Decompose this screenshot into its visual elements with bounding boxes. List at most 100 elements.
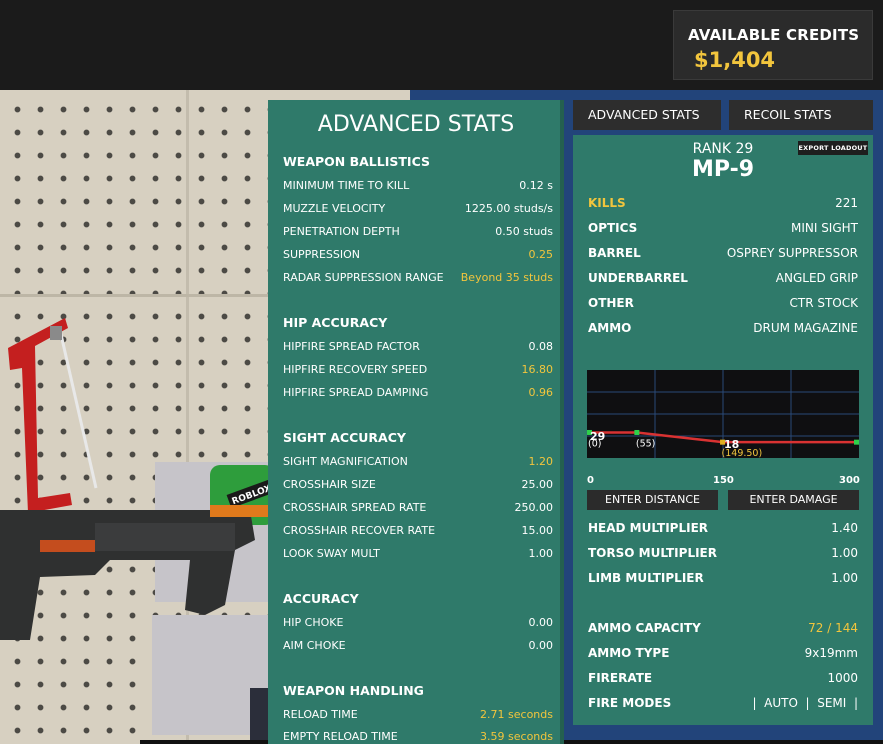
kills-label: KILLS <box>588 196 626 210</box>
ammo-capacity-row: AMMO CAPACITY 72 / 144 <box>588 621 858 639</box>
multiplier-label: LIMB MULTIPLIER <box>588 571 704 585</box>
stat-row: HIPFIRE RECOVERY SPEED 16.80 <box>283 363 553 379</box>
stat-label: SIGHT MAGNIFICATION <box>283 455 408 468</box>
ammo-capacity-label: AMMO CAPACITY <box>588 621 701 635</box>
stat-row: MINIMUM TIME TO KILL 0.12 s <box>283 179 553 195</box>
attachment-label: OTHER <box>588 296 634 310</box>
stat-value: 0.00 <box>528 616 554 629</box>
ammo-type-value: 9x19mm <box>804 646 858 660</box>
multiplier-label: TORSO MULTIPLIER <box>588 546 717 560</box>
min-damage-label: 18 <box>724 438 739 451</box>
attachment-value: ANGLED GRIP <box>775 271 858 285</box>
stat-label: HIPFIRE SPREAD FACTOR <box>283 340 420 353</box>
stat-label: CROSSHAIR RECOVER RATE <box>283 524 436 537</box>
attachment-row: OPTICS MINI SIGHT <box>588 221 858 239</box>
attachment-value: CTR STOCK <box>789 296 858 310</box>
attachment-row: AMMO DRUM MAGAZINE <box>588 321 858 339</box>
export-loadout-button[interactable]: EXPORT LOADOUT <box>798 141 868 155</box>
falloff-point[interactable] <box>854 439 859 445</box>
stat-row: AIM CHOKE 0.00 <box>283 639 553 655</box>
graph-axis-label: 150 <box>713 475 734 486</box>
stat-label: CROSSHAIR SPREAD RATE <box>283 501 427 514</box>
fire-modes-label: FIRE MODES <box>588 696 672 710</box>
stat-row: HIP CHOKE 0.00 <box>283 616 553 632</box>
stat-row: MUZZLE VELOCITY 1225.00 studs/s <box>283 202 553 218</box>
stat-value: 0.96 <box>528 386 554 399</box>
attachment-value: MINI SIGHT <box>790 221 858 235</box>
stat-label: PENETRATION DEPTH <box>283 225 400 238</box>
stat-label: RELOAD TIME <box>283 708 358 721</box>
stat-row: CROSSHAIR SPREAD RATE 250.00 <box>283 501 553 517</box>
stat-label: RADAR SUPPRESSION RANGE <box>283 271 444 284</box>
attachment-row: BARREL OSPREY SUPPRESSOR <box>588 246 858 264</box>
stat-row: PENETRATION DEPTH 0.50 studs <box>283 225 553 241</box>
ammo-type-row: AMMO TYPE 9x19mm <box>588 646 858 664</box>
stat-label: LOOK SWAY MULT <box>283 547 380 560</box>
stat-value: 250.00 <box>514 501 554 514</box>
attachment-label: BARREL <box>588 246 641 260</box>
falloff-point[interactable] <box>634 429 640 435</box>
credits-label: AVAILABLE CREDITS <box>688 26 860 44</box>
stat-row: CROSSHAIR RECOVER RATE 15.00 <box>283 524 553 540</box>
enter-distance-button[interactable]: ENTER DISTANCE <box>587 490 718 510</box>
pegboard-seam <box>0 294 270 297</box>
firerate-value: 1000 <box>827 671 858 685</box>
stat-value: 0.00 <box>528 639 554 652</box>
section-heading: SIGHT ACCURACY <box>283 430 406 445</box>
advanced-stats-panel[interactable]: ADVANCED STATS WEAPON BALLISTICS MINIMUM… <box>268 100 564 744</box>
stat-label: MUZZLE VELOCITY <box>283 202 386 215</box>
stat-value: 2.71 seconds <box>480 708 553 721</box>
multiplier-value: 1.00 <box>831 546 858 560</box>
multiplier-value: 1.00 <box>831 571 858 585</box>
weapon-name: MP-9 <box>691 157 755 182</box>
attachment-label: OPTICS <box>588 221 638 235</box>
stat-row: CROSSHAIR SIZE 25.00 <box>283 478 553 494</box>
stats-tabs: ADVANCED STATS RECOIL STATS <box>573 100 873 130</box>
stat-value: 16.80 <box>521 363 554 376</box>
attachment-label: UNDERBARREL <box>588 271 688 285</box>
stat-label: MINIMUM TIME TO KILL <box>283 179 410 192</box>
section-heading: WEAPON BALLISTICS <box>283 154 430 169</box>
falloff-point-label: (55) <box>636 438 656 449</box>
attachment-value: DRUM MAGAZINE <box>753 321 858 335</box>
multiplier-row: HEAD MULTIPLIER 1.40 <box>588 521 858 539</box>
stat-label: HIPFIRE SPREAD DAMPING <box>283 386 429 399</box>
stat-row: EMPTY RELOAD TIME 3.59 seconds <box>283 730 553 744</box>
section-heading: ACCURACY <box>283 591 359 606</box>
stat-row: HIPFIRE SPREAD FACTOR 0.08 <box>283 340 553 356</box>
graph-axis-label: 300 <box>839 475 860 486</box>
advanced-stats-title: ADVANCED STATS <box>317 112 515 137</box>
fire-modes-value[interactable]: | AUTO | SEMI | <box>752 696 858 710</box>
stat-label: AIM CHOKE <box>283 639 346 652</box>
advanced-stats-scrollbar[interactable] <box>560 100 564 744</box>
stat-value: 15.00 <box>521 524 554 537</box>
stat-label: CROSSHAIR SIZE <box>283 478 376 491</box>
stat-row: RADAR SUPPRESSION RANGE Beyond 35 studs <box>283 271 553 287</box>
stat-label: SUPPRESSION <box>283 248 360 261</box>
stat-row: HIPFIRE SPREAD DAMPING 0.96 <box>283 386 553 402</box>
attachment-row: OTHER CTR STOCK <box>588 296 858 314</box>
firerate-row: FIRERATE 1000 <box>588 671 858 689</box>
firerate-label: FIRERATE <box>588 671 653 685</box>
stat-label: EMPTY RELOAD TIME <box>283 730 398 743</box>
stat-label: HIP CHOKE <box>283 616 344 629</box>
enter-damage-button[interactable]: ENTER DAMAGE <box>728 490 859 510</box>
attachment-row: UNDERBARREL ANGLED GRIP <box>588 271 858 289</box>
stat-value: 0.08 <box>528 340 554 353</box>
damage-falloff-graph[interactable]: (0) (55)(149.50) 29 18 <box>587 370 859 458</box>
stat-row: SIGHT MAGNIFICATION 1.20 <box>283 455 553 471</box>
graph-axis-label: 0 <box>587 475 594 486</box>
kills-value: 221 <box>835 196 858 210</box>
tab-recoil-stats[interactable]: RECOIL STATS <box>729 100 873 130</box>
multiplier-value: 1.40 <box>831 521 858 535</box>
stat-value: 25.00 <box>521 478 554 491</box>
stat-value: 3.59 seconds <box>480 730 553 743</box>
section-heading: HIP ACCURACY <box>283 315 388 330</box>
stat-row: LOOK SWAY MULT 1.00 <box>283 547 553 563</box>
section-heading: WEAPON HANDLING <box>283 683 424 698</box>
tab-advanced-stats[interactable]: ADVANCED STATS <box>573 100 721 130</box>
weapon-model: ROBLOX <box>0 465 275 640</box>
ammo-type-label: AMMO TYPE <box>588 646 670 660</box>
credits-amount: $1,404 <box>694 48 776 72</box>
fire-modes-row: FIRE MODES | AUTO | SEMI | <box>588 696 858 714</box>
